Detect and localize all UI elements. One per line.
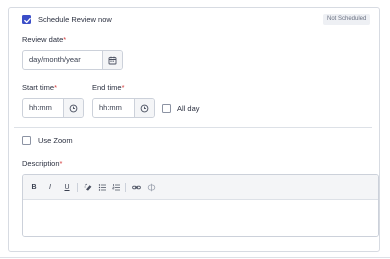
bullet-list-icon: [98, 184, 106, 191]
underline-button[interactable]: U: [62, 182, 72, 193]
section-divider: [14, 127, 372, 128]
review-date-label: Review date*: [22, 35, 67, 44]
review-date-input[interactable]: day/month/year: [23, 51, 102, 69]
description-editor: B I U: [22, 174, 379, 237]
end-time-field[interactable]: hh:mm: [92, 98, 155, 118]
calendar-icon: [108, 56, 117, 64]
all-day-label: All day: [177, 104, 200, 113]
review-card: Schedule Review now Not Scheduled Review…: [8, 7, 380, 252]
italic-button[interactable]: I: [45, 182, 55, 193]
clear-format-button[interactable]: [83, 182, 93, 193]
link-icon: [131, 185, 141, 190]
checkmark-icon: [24, 17, 31, 24]
clock-icon: [69, 104, 78, 112]
clock-icon: [140, 104, 149, 112]
schedule-review-label: Schedule Review now: [38, 15, 112, 24]
end-time-input[interactable]: hh:mm: [93, 99, 134, 117]
bullet-list-button[interactable]: [97, 182, 107, 193]
start-time-field[interactable]: hh:mm: [22, 98, 84, 118]
unlink-button[interactable]: [146, 182, 156, 193]
description-input[interactable]: [23, 200, 378, 236]
schedule-review-checkbox[interactable]: [22, 15, 31, 24]
use-zoom-checkbox[interactable]: [22, 136, 31, 145]
review-date-field[interactable]: day/month/year: [22, 50, 123, 70]
description-label: Description*: [22, 159, 63, 168]
numbered-list-icon: [112, 184, 120, 191]
use-zoom-label: Use Zoom: [38, 136, 73, 145]
bold-button[interactable]: B: [29, 182, 39, 193]
clear-format-icon: [84, 183, 91, 191]
toolbar-separator: [77, 183, 78, 192]
page-bottom-border: [0, 257, 390, 258]
end-time-clock-button[interactable]: [134, 99, 154, 117]
calendar-button[interactable]: [102, 51, 122, 69]
status-badge: Not Scheduled: [323, 14, 371, 25]
start-time-label: Start time*: [22, 83, 58, 92]
end-time-label: End time*: [92, 83, 125, 92]
unlink-icon: [147, 183, 155, 192]
link-button[interactable]: [131, 182, 141, 193]
editor-toolbar: B I U: [23, 175, 378, 200]
numbered-list-button[interactable]: [111, 182, 121, 193]
start-time-clock-button[interactable]: [63, 99, 83, 117]
all-day-checkbox[interactable]: [162, 104, 171, 113]
toolbar-separator: [125, 183, 126, 192]
start-time-input[interactable]: hh:mm: [23, 99, 63, 117]
